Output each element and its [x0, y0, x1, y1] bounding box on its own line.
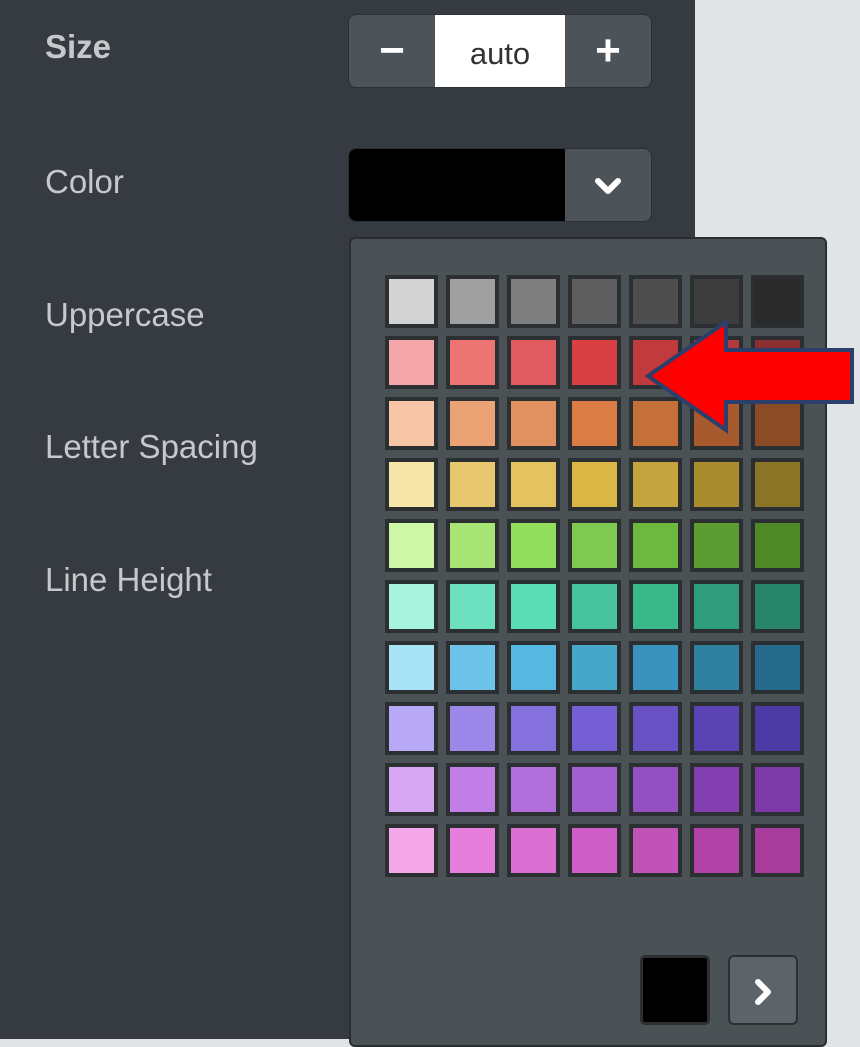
letter-spacing-label: Letter Spacing — [45, 428, 258, 465]
color-swatch[interactable] — [507, 336, 560, 389]
color-swatch[interactable] — [568, 702, 621, 755]
color-swatch[interactable] — [507, 275, 560, 328]
chevron-right-icon — [755, 979, 771, 1006]
color-swatch[interactable] — [385, 458, 438, 511]
color-swatch[interactable] — [446, 641, 499, 694]
current-color-swatch[interactable] — [349, 149, 565, 221]
color-swatch[interactable] — [568, 336, 621, 389]
color-swatch[interactable] — [385, 397, 438, 450]
color-swatch[interactable] — [446, 519, 499, 572]
color-swatch[interactable] — [385, 702, 438, 755]
color-swatch[interactable] — [568, 641, 621, 694]
color-swatch[interactable] — [446, 580, 499, 633]
uppercase-label: Uppercase — [45, 296, 205, 333]
color-swatch[interactable] — [385, 275, 438, 328]
color-swatch[interactable] — [629, 519, 682, 572]
color-swatch[interactable] — [751, 763, 804, 816]
color-swatch[interactable] — [385, 763, 438, 816]
color-swatch[interactable] — [385, 519, 438, 572]
color-swatch[interactable] — [507, 763, 560, 816]
size-stepper: − auto + — [348, 14, 652, 88]
color-swatch[interactable] — [629, 641, 682, 694]
color-swatch[interactable] — [629, 580, 682, 633]
color-swatch[interactable] — [385, 641, 438, 694]
more-colors-button[interactable] — [728, 955, 798, 1025]
color-swatch[interactable] — [446, 458, 499, 511]
color-swatch[interactable] — [690, 519, 743, 572]
color-label: Color — [45, 163, 124, 200]
color-swatch[interactable] — [568, 275, 621, 328]
color-swatch[interactable] — [507, 580, 560, 633]
color-swatch[interactable] — [629, 824, 682, 877]
color-swatch[interactable] — [690, 702, 743, 755]
color-picker[interactable] — [348, 148, 652, 222]
color-swatch[interactable] — [690, 763, 743, 816]
color-swatch[interactable] — [446, 824, 499, 877]
color-swatch[interactable] — [629, 702, 682, 755]
color-swatch[interactable] — [690, 580, 743, 633]
color-swatch[interactable] — [446, 763, 499, 816]
decrease-size-button[interactable]: − — [349, 15, 435, 87]
color-swatch[interactable] — [751, 641, 804, 694]
color-swatch[interactable] — [751, 458, 804, 511]
color-swatch[interactable] — [507, 397, 560, 450]
color-swatch[interactable] — [690, 458, 743, 511]
color-swatch[interactable] — [507, 702, 560, 755]
increase-size-button[interactable]: + — [565, 15, 651, 87]
color-swatch[interactable] — [690, 824, 743, 877]
color-swatch[interactable] — [751, 824, 804, 877]
color-swatch[interactable] — [751, 580, 804, 633]
chevron-down-icon — [595, 178, 621, 195]
custom-color-swatch[interactable] — [640, 955, 710, 1025]
size-label: Size — [45, 28, 112, 65]
color-swatch[interactable] — [446, 397, 499, 450]
color-swatch[interactable] — [385, 824, 438, 877]
color-swatch[interactable] — [385, 336, 438, 389]
color-swatch[interactable] — [629, 458, 682, 511]
color-swatch[interactable] — [385, 580, 438, 633]
color-swatch[interactable] — [507, 519, 560, 572]
color-swatch[interactable] — [507, 824, 560, 877]
color-swatch[interactable] — [690, 641, 743, 694]
color-swatch[interactable] — [568, 458, 621, 511]
color-dropdown-button[interactable] — [565, 149, 651, 221]
color-swatch[interactable] — [751, 519, 804, 572]
color-swatch[interactable] — [568, 397, 621, 450]
color-swatch[interactable] — [568, 580, 621, 633]
color-swatch[interactable] — [446, 275, 499, 328]
color-swatch[interactable] — [507, 458, 560, 511]
color-swatch[interactable] — [568, 763, 621, 816]
size-value-input[interactable]: auto — [435, 15, 565, 87]
color-swatch[interactable] — [446, 702, 499, 755]
color-swatch[interactable] — [446, 336, 499, 389]
red-annotation-arrow — [644, 318, 854, 434]
color-swatch[interactable] — [751, 702, 804, 755]
line-height-label: Line Height — [45, 561, 212, 598]
color-swatch[interactable] — [568, 519, 621, 572]
color-swatch[interactable] — [629, 763, 682, 816]
color-swatch[interactable] — [507, 641, 560, 694]
color-swatch[interactable] — [568, 824, 621, 877]
